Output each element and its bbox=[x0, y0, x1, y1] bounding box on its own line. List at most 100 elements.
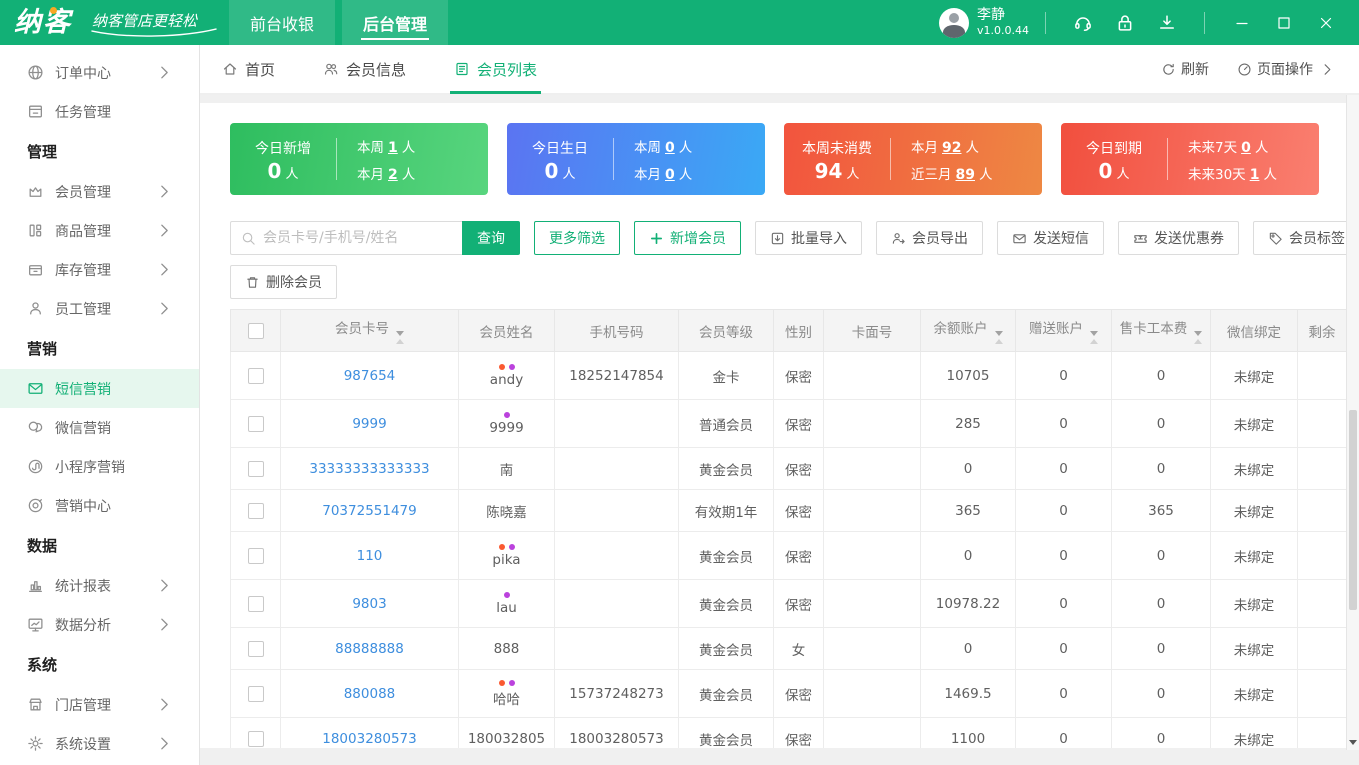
row-checkbox[interactable] bbox=[247, 415, 264, 432]
cell-name: 南 bbox=[458, 447, 555, 490]
row-checkbox[interactable] bbox=[247, 685, 264, 702]
cell-level: 普通会员 bbox=[678, 399, 774, 448]
table-row: 70372551479 陈晓嘉 有效期1年 保密 365 0 365 未绑定 bbox=[230, 489, 1346, 532]
sidebar-item-order-center[interactable]: 订单中心 bbox=[0, 53, 199, 92]
customer-service-icon[interactable] bbox=[1073, 13, 1093, 33]
cell-gender: 保密 bbox=[773, 399, 824, 448]
row-checkbox[interactable] bbox=[247, 640, 264, 657]
member-card-link[interactable]: 33333333333333 bbox=[309, 461, 429, 477]
mode-tabs: 前台收银 后台管理 bbox=[229, 0, 455, 45]
search-button[interactable]: 查询 bbox=[462, 221, 520, 255]
sidebar-item-data-analysis[interactable]: 数据分析 bbox=[0, 605, 199, 644]
refresh-button[interactable]: 刷新 bbox=[1161, 59, 1209, 79]
vertical-scrollbar[interactable] bbox=[1346, 95, 1359, 750]
cell-wechat: 未绑定 bbox=[1210, 579, 1298, 628]
member-card-link[interactable]: 987654 bbox=[344, 368, 396, 384]
tag-dot-purple bbox=[508, 543, 515, 550]
select-all-checkbox[interactable] bbox=[247, 322, 264, 339]
member-tag-button[interactable]: 会员标签 bbox=[1253, 221, 1346, 255]
stat-details: 未来7天 0 人 未来30天 1 人 bbox=[1168, 136, 1319, 183]
cell-gift: 0 bbox=[1015, 489, 1112, 532]
avatar[interactable] bbox=[939, 7, 969, 38]
row-checkbox[interactable] bbox=[247, 460, 264, 477]
stat-detail-value: 1 bbox=[388, 139, 398, 156]
sidebar-item-system-settings[interactable]: 系统设置 bbox=[0, 724, 199, 763]
sidebar-item-stats-report[interactable]: 统计报表 bbox=[0, 566, 199, 605]
cell-remain bbox=[1297, 531, 1346, 580]
sort-toggle[interactable] bbox=[396, 331, 404, 344]
cell-card-no: 88888888 bbox=[280, 627, 459, 670]
stat-details: 本月 92 人 近三月 89 人 bbox=[891, 136, 1042, 183]
sort-toggle[interactable] bbox=[1090, 331, 1098, 344]
member-card-link[interactable]: 110 bbox=[357, 548, 383, 564]
row-checkbox[interactable] bbox=[247, 502, 264, 519]
sidebar-item-label: 门店管理 bbox=[55, 697, 111, 714]
sort-toggle[interactable] bbox=[1194, 331, 1203, 344]
tab-member-info[interactable]: 会员信息 bbox=[323, 44, 406, 94]
row-checkbox[interactable] bbox=[247, 547, 264, 564]
close-button[interactable] bbox=[1318, 15, 1334, 31]
tab-home[interactable]: 首页 bbox=[222, 44, 275, 94]
sort-toggle[interactable] bbox=[994, 331, 1003, 344]
tag-dot-orange bbox=[498, 679, 505, 686]
delete-member-button[interactable]: 删除会员 bbox=[230, 265, 337, 299]
send-coupon-button[interactable]: 发送优惠券 bbox=[1118, 221, 1239, 255]
stat-value: 0人 bbox=[267, 158, 299, 183]
member-card-link[interactable]: 880088 bbox=[344, 686, 396, 702]
scrollbar-down-arrow[interactable] bbox=[1349, 740, 1357, 745]
column-header-gift[interactable]: 赠送账户 bbox=[1015, 309, 1112, 352]
maximize-button[interactable] bbox=[1276, 15, 1292, 31]
sidebar-item-store-manage[interactable]: 门店管理 bbox=[0, 685, 199, 724]
sidebar-item-marketing-center[interactable]: 营销中心 bbox=[0, 486, 199, 525]
row-checkbox[interactable] bbox=[247, 367, 264, 384]
header-divider bbox=[1045, 11, 1046, 34]
delete-member-label: 删除会员 bbox=[266, 274, 322, 290]
member-card-link[interactable]: 88888888 bbox=[335, 641, 404, 657]
batch-import-button[interactable]: 批量导入 bbox=[755, 221, 862, 255]
stat-main: 本周未消费 94 人 bbox=[784, 138, 890, 181]
users-icon bbox=[323, 61, 339, 77]
member-card-link[interactable]: 9999 bbox=[352, 416, 386, 432]
download-icon[interactable] bbox=[1157, 13, 1177, 33]
row-checkbox[interactable] bbox=[247, 595, 264, 612]
cell-card-face bbox=[823, 489, 921, 532]
minimize-button[interactable] bbox=[1234, 15, 1250, 31]
sidebar-item-sms-marketing[interactable]: 短信营销 bbox=[0, 369, 199, 408]
sidebar-item-stock-manage[interactable]: 库存管理 bbox=[0, 250, 199, 289]
table-body: 987654 andy 18252147854 金卡 保密 10705 0 0 … bbox=[230, 351, 1346, 748]
member-card-link[interactable]: 18003280573 bbox=[322, 731, 416, 747]
member-card-link[interactable]: 70372551479 bbox=[322, 503, 416, 519]
sidebar-item-miniapp-marketing[interactable]: 小程序营销 bbox=[0, 447, 199, 486]
column-header-balance[interactable]: 余额账户 bbox=[920, 309, 1016, 352]
scrollbar-thumb[interactable] bbox=[1349, 410, 1357, 610]
tab-member-list[interactable]: 会员列表 bbox=[450, 44, 542, 94]
member-card-link[interactable]: 9803 bbox=[352, 596, 386, 612]
add-member-button[interactable]: 新增会员 bbox=[634, 221, 741, 255]
lock-icon[interactable] bbox=[1115, 13, 1135, 33]
page-ops-button[interactable]: 页面操作 bbox=[1237, 59, 1335, 79]
sidebar-item-wechat-marketing[interactable]: 微信营销 bbox=[0, 408, 199, 447]
cell-wechat: 未绑定 bbox=[1210, 399, 1298, 448]
send-sms-button[interactable]: 发送短信 bbox=[997, 221, 1104, 255]
sidebar-item-member-manage[interactable]: 会员管理 bbox=[0, 172, 199, 211]
member-export-button[interactable]: 会员导出 bbox=[876, 221, 983, 255]
search-input[interactable] bbox=[263, 230, 452, 246]
member-tag-dots bbox=[460, 411, 554, 418]
member-name: 哈哈 bbox=[493, 691, 520, 708]
row-checkbox[interactable] bbox=[247, 730, 264, 747]
sidebar-item-task-manage[interactable]: 任务管理 bbox=[0, 92, 199, 131]
stat-detail-unit: 人 bbox=[1263, 166, 1277, 183]
more-filter-button[interactable]: 更多筛选 bbox=[534, 221, 620, 255]
table-row: 987654 andy 18252147854 金卡 保密 10705 0 0 … bbox=[230, 351, 1346, 400]
cell-card-fee: 0 bbox=[1111, 351, 1211, 400]
table-header-row: 会员卡号 会员姓名 手机号码 会员等级 性别 卡面号 余额账户 赠送账户 售卡工… bbox=[230, 309, 1346, 352]
column-header-card_no[interactable]: 会员卡号 bbox=[280, 309, 459, 352]
sidebar-item-product-manage[interactable]: 商品管理 bbox=[0, 211, 199, 250]
mode-tab-backend-manage[interactable]: 后台管理 bbox=[342, 0, 449, 45]
cell-wechat: 未绑定 bbox=[1210, 627, 1298, 670]
mode-tab-front-cashier[interactable]: 前台收银 bbox=[229, 0, 336, 45]
sidebar-item-staff-manage[interactable]: 员工管理 bbox=[0, 289, 199, 328]
column-header-card_fee[interactable]: 售卡工本费 bbox=[1111, 309, 1211, 352]
stat-detail: 本月 92 人 bbox=[911, 136, 1042, 156]
user-info[interactable]: 李静 v1.0.0.44 bbox=[977, 7, 1029, 38]
